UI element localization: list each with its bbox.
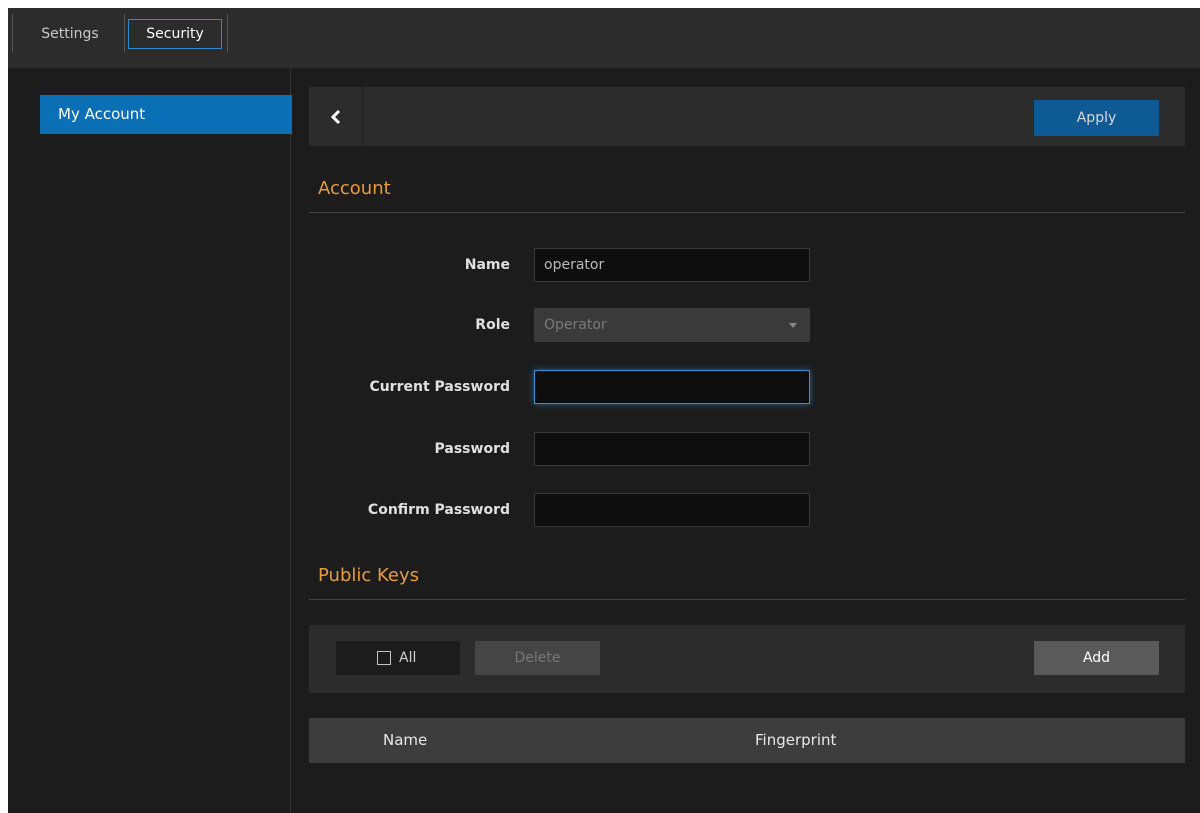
tab-settings[interactable]: Settings xyxy=(20,19,120,49)
caret-down-icon xyxy=(789,323,797,328)
select-all-checkbox[interactable] xyxy=(377,651,391,665)
select-all-control[interactable]: All xyxy=(336,641,460,675)
tab-divider xyxy=(227,14,228,52)
page-toolbar: Apply xyxy=(309,87,1185,146)
sidebar: My Account xyxy=(8,68,292,813)
apply-button[interactable]: Apply xyxy=(1034,100,1159,136)
sidebar-item-my-account[interactable]: My Account xyxy=(40,95,292,134)
name-input[interactable] xyxy=(534,248,810,282)
account-section-title: Account xyxy=(309,178,1185,213)
back-button[interactable] xyxy=(309,87,363,146)
password-label: Password xyxy=(434,441,510,457)
tab-security[interactable]: Security xyxy=(128,19,222,49)
column-header-name[interactable]: Name xyxy=(383,731,427,749)
confirm-password-field[interactable] xyxy=(534,493,810,527)
current-password-label: Current Password xyxy=(369,379,510,395)
tab-divider xyxy=(12,14,13,52)
role-select-value: Operator xyxy=(544,317,607,333)
role-select[interactable]: Operator xyxy=(534,308,810,342)
name-label: Name xyxy=(464,257,510,273)
select-all-label: All xyxy=(399,650,417,666)
role-label: Role xyxy=(475,317,510,333)
add-button[interactable]: Add xyxy=(1034,641,1159,675)
delete-button[interactable]: Delete xyxy=(475,641,600,675)
confirm-password-label: Confirm Password xyxy=(367,502,510,518)
top-navigation-bar: Settings Security xyxy=(8,8,1200,68)
public-keys-table-header: Name Fingerprint xyxy=(309,718,1185,763)
column-header-fingerprint[interactable]: Fingerprint xyxy=(755,731,836,749)
public-keys-section-title: Public Keys xyxy=(309,565,1185,600)
public-keys-toolbar: All Delete Add xyxy=(309,625,1185,693)
top-caption-fragment xyxy=(0,0,1200,8)
chevron-left-icon xyxy=(330,109,340,124)
tab-divider xyxy=(124,14,125,52)
password-field[interactable] xyxy=(534,432,810,466)
current-password-field[interactable] xyxy=(534,370,810,404)
